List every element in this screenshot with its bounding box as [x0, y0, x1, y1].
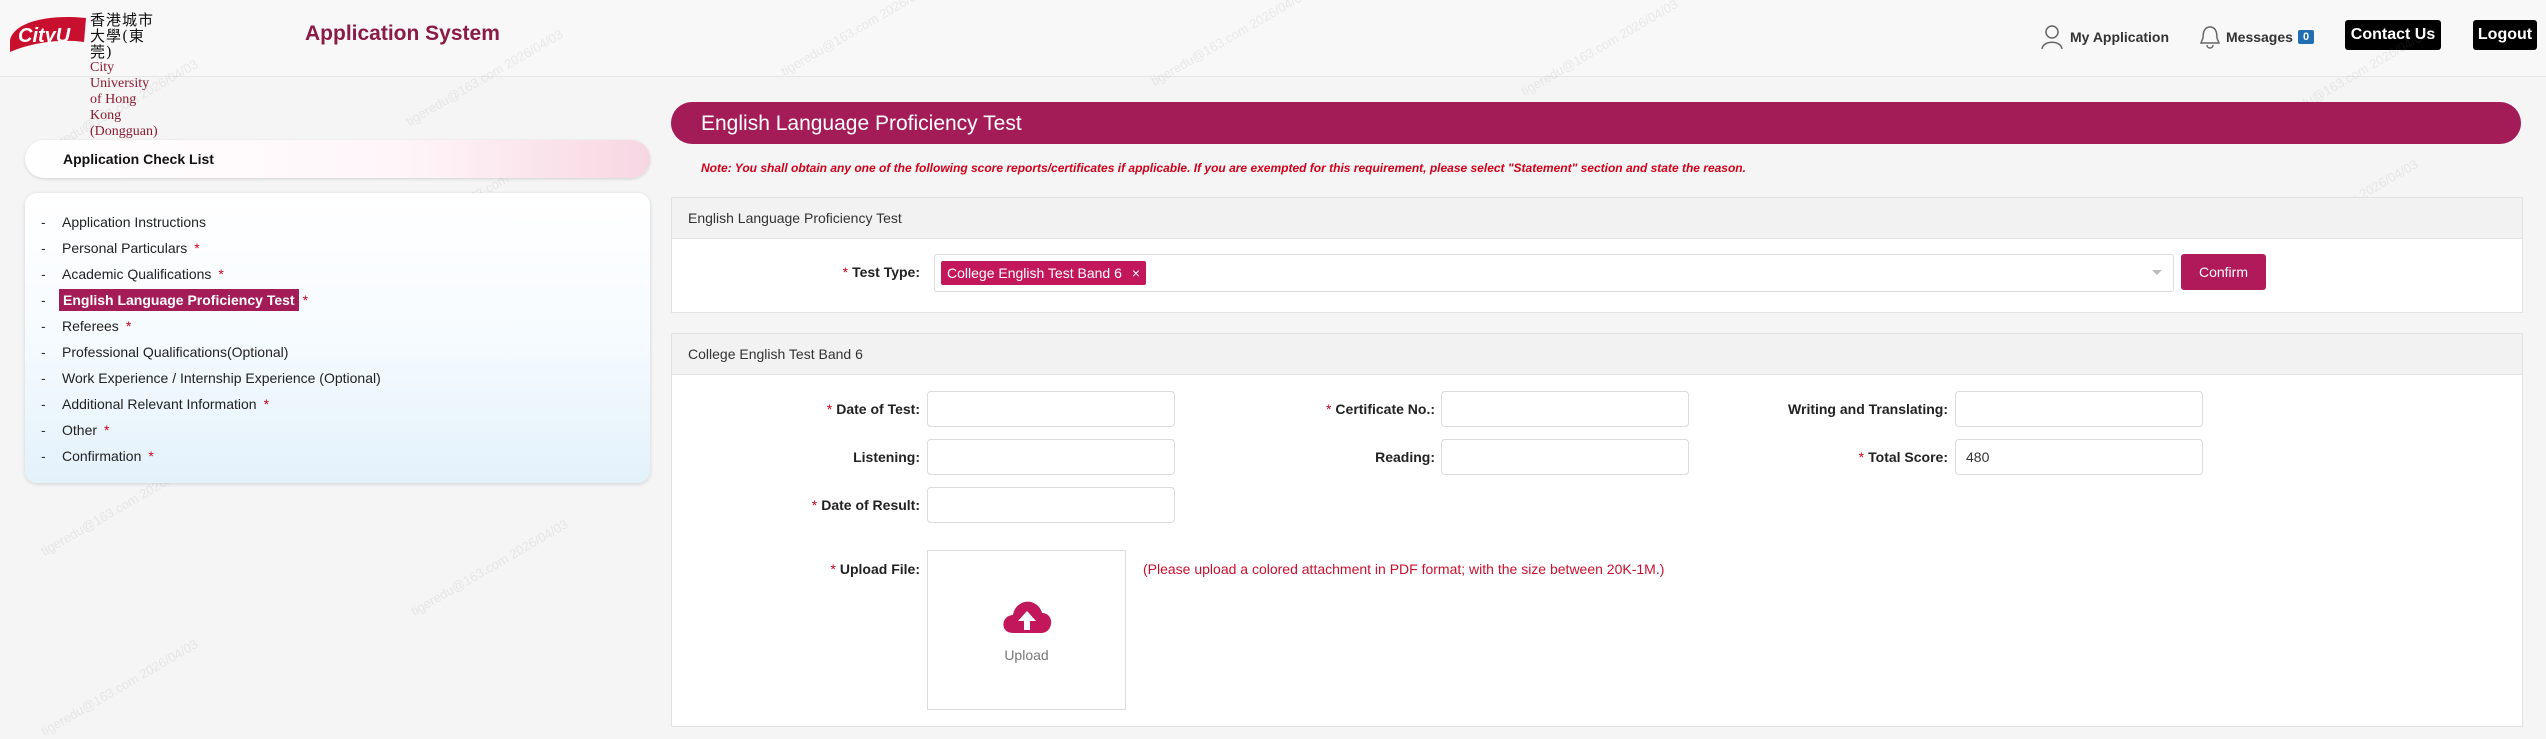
total-score-label: * Total Score: [1858, 449, 1948, 465]
user-icon [2041, 25, 2063, 50]
checklist-item-label: Confirmation [62, 448, 142, 464]
messages-count-badge: 0 [2297, 30, 2315, 44]
checklist-list: - Application Instructions - Personal Pa… [41, 209, 388, 469]
panel-title: English Language Proficiency Test [672, 198, 2522, 239]
section-banner: English Language Proficiency Test [671, 102, 2521, 144]
my-application-link[interactable]: My Application [2040, 22, 2169, 52]
required-mark: * [125, 318, 132, 334]
required-mark: * [263, 396, 270, 412]
date-of-test-label: * Date of Test: [826, 401, 920, 417]
checklist-panel: - Application Instructions - Personal Pa… [25, 193, 650, 483]
checklist-item-confirmation[interactable]: - Confirmation * [41, 443, 388, 469]
checklist-item-other[interactable]: - Other * [41, 417, 388, 443]
listening-label: Listening: [853, 449, 920, 465]
section-title: English Language Proficiency Test [701, 112, 1022, 135]
checklist-item-label: Academic Qualifications [62, 266, 212, 282]
my-application-label: My Application [2070, 29, 2170, 45]
panel-title: College English Test Band 6 [672, 334, 2522, 375]
checklist-item-additional-information[interactable]: - Additional Relevant Information * [41, 391, 388, 417]
required-mark: * [194, 240, 200, 256]
checklist-item-label: Referees [62, 318, 119, 334]
checklist-item-referees[interactable]: - Referees * [41, 313, 388, 339]
logout-button[interactable]: Logout [2473, 20, 2537, 50]
checklist-item-label: Application Instructions [62, 214, 206, 230]
certificate-no-label: * Certificate No.: [1325, 401, 1435, 417]
checklist-item-label: Other [62, 422, 98, 438]
svg-text:CityU: CityU [18, 25, 71, 47]
checklist-item-label: Additional Relevant Information [62, 396, 257, 412]
logo-chinese-name: 香港城市大學(東莞) [90, 11, 155, 61]
writing-translating-label: Writing and Translating: [1788, 401, 1948, 417]
certificate-no-input[interactable] [1441, 391, 1689, 427]
upload-label: Upload [1004, 647, 1049, 663]
selected-tag-label: College English Test Band 6 [947, 265, 1122, 281]
required-mark: * [148, 448, 154, 464]
reading-input[interactable] [1441, 439, 1689, 475]
checklist-title: Application Check List [63, 151, 214, 167]
checklist-item-label: Work Experience / Internship Experience … [62, 370, 381, 386]
date-of-result-input[interactable] [927, 487, 1175, 523]
total-score-input[interactable]: 480 [1955, 439, 2203, 475]
required-mark: * [104, 422, 110, 438]
confirm-button[interactable]: Confirm [2181, 254, 2266, 290]
date-of-result-label: * Date of Result: [811, 497, 920, 513]
checklist-item-label: Personal Particulars [62, 240, 188, 256]
required-mark: * [302, 292, 309, 308]
logo-english-sub: (Dongguan) [90, 124, 158, 139]
date-of-test-input[interactable] [927, 391, 1175, 427]
section-note: Note: You shall obtain any one of the fo… [701, 161, 1746, 175]
selected-tag: College English Test Band 6 × [941, 261, 1147, 285]
bell-icon [2200, 26, 2220, 49]
chevron-down-icon[interactable] [2151, 269, 2163, 277]
upload-dropzone[interactable]: Upload [927, 550, 1126, 710]
checklist-item-application-instructions[interactable]: - Application Instructions [41, 209, 388, 235]
logo-text: 香港城市大學(東莞) City University of Hong Kong … [90, 12, 158, 140]
contact-us-button[interactable]: Contact Us [2345, 20, 2441, 50]
messages-label: Messages [2226, 29, 2293, 45]
app-title: Application System [305, 22, 500, 45]
checklist-item-academic-qualifications[interactable]: - Academic Qualifications * [41, 261, 388, 287]
upload-file-label: * Upload File: [830, 561, 920, 577]
listening-input[interactable] [927, 439, 1175, 475]
top-header: CityU 香港城市大學(東莞) City University of Hong… [0, 0, 2546, 139]
checklist-item-professional-qualifications[interactable]: - Professional Qualifications(Optional) [41, 339, 388, 365]
checklist-item-label: English Language Proficiency Test [59, 289, 299, 311]
required-mark: * [218, 266, 224, 282]
checklist-item-label: Professional Qualifications(Optional) [62, 344, 289, 360]
tag-remove-icon[interactable]: × [1132, 261, 1140, 285]
writing-translating-input[interactable] [1955, 391, 2203, 427]
test-type-label: * Test Type: [842, 264, 920, 280]
logo-english-name: City University of Hong Kong [90, 60, 150, 123]
messages-link[interactable]: Messages 0 [2200, 22, 2315, 52]
reading-label: Reading: [1375, 449, 1435, 465]
watermark: tigeredu@163.com 2026/04/03 [38, 636, 201, 739]
cityu-logo-icon: CityU [10, 16, 86, 53]
checklist-item-personal-particulars[interactable]: - Personal Particulars * [41, 235, 388, 261]
checklist-item-english-proficiency[interactable]: - English Language Proficiency Test * [41, 287, 388, 313]
checklist-header: Application Check List [25, 140, 650, 178]
cloud-upload-icon [1002, 601, 1051, 633]
watermark: tigeredu@163.com 2026/04/03 [408, 516, 571, 619]
upload-hint: (Please upload a colored attachment in P… [1143, 561, 1665, 577]
checklist-item-work-experience[interactable]: - Work Experience / Internship Experienc… [41, 365, 388, 391]
test-type-select[interactable]: College English Test Band 6 × [934, 254, 2174, 292]
